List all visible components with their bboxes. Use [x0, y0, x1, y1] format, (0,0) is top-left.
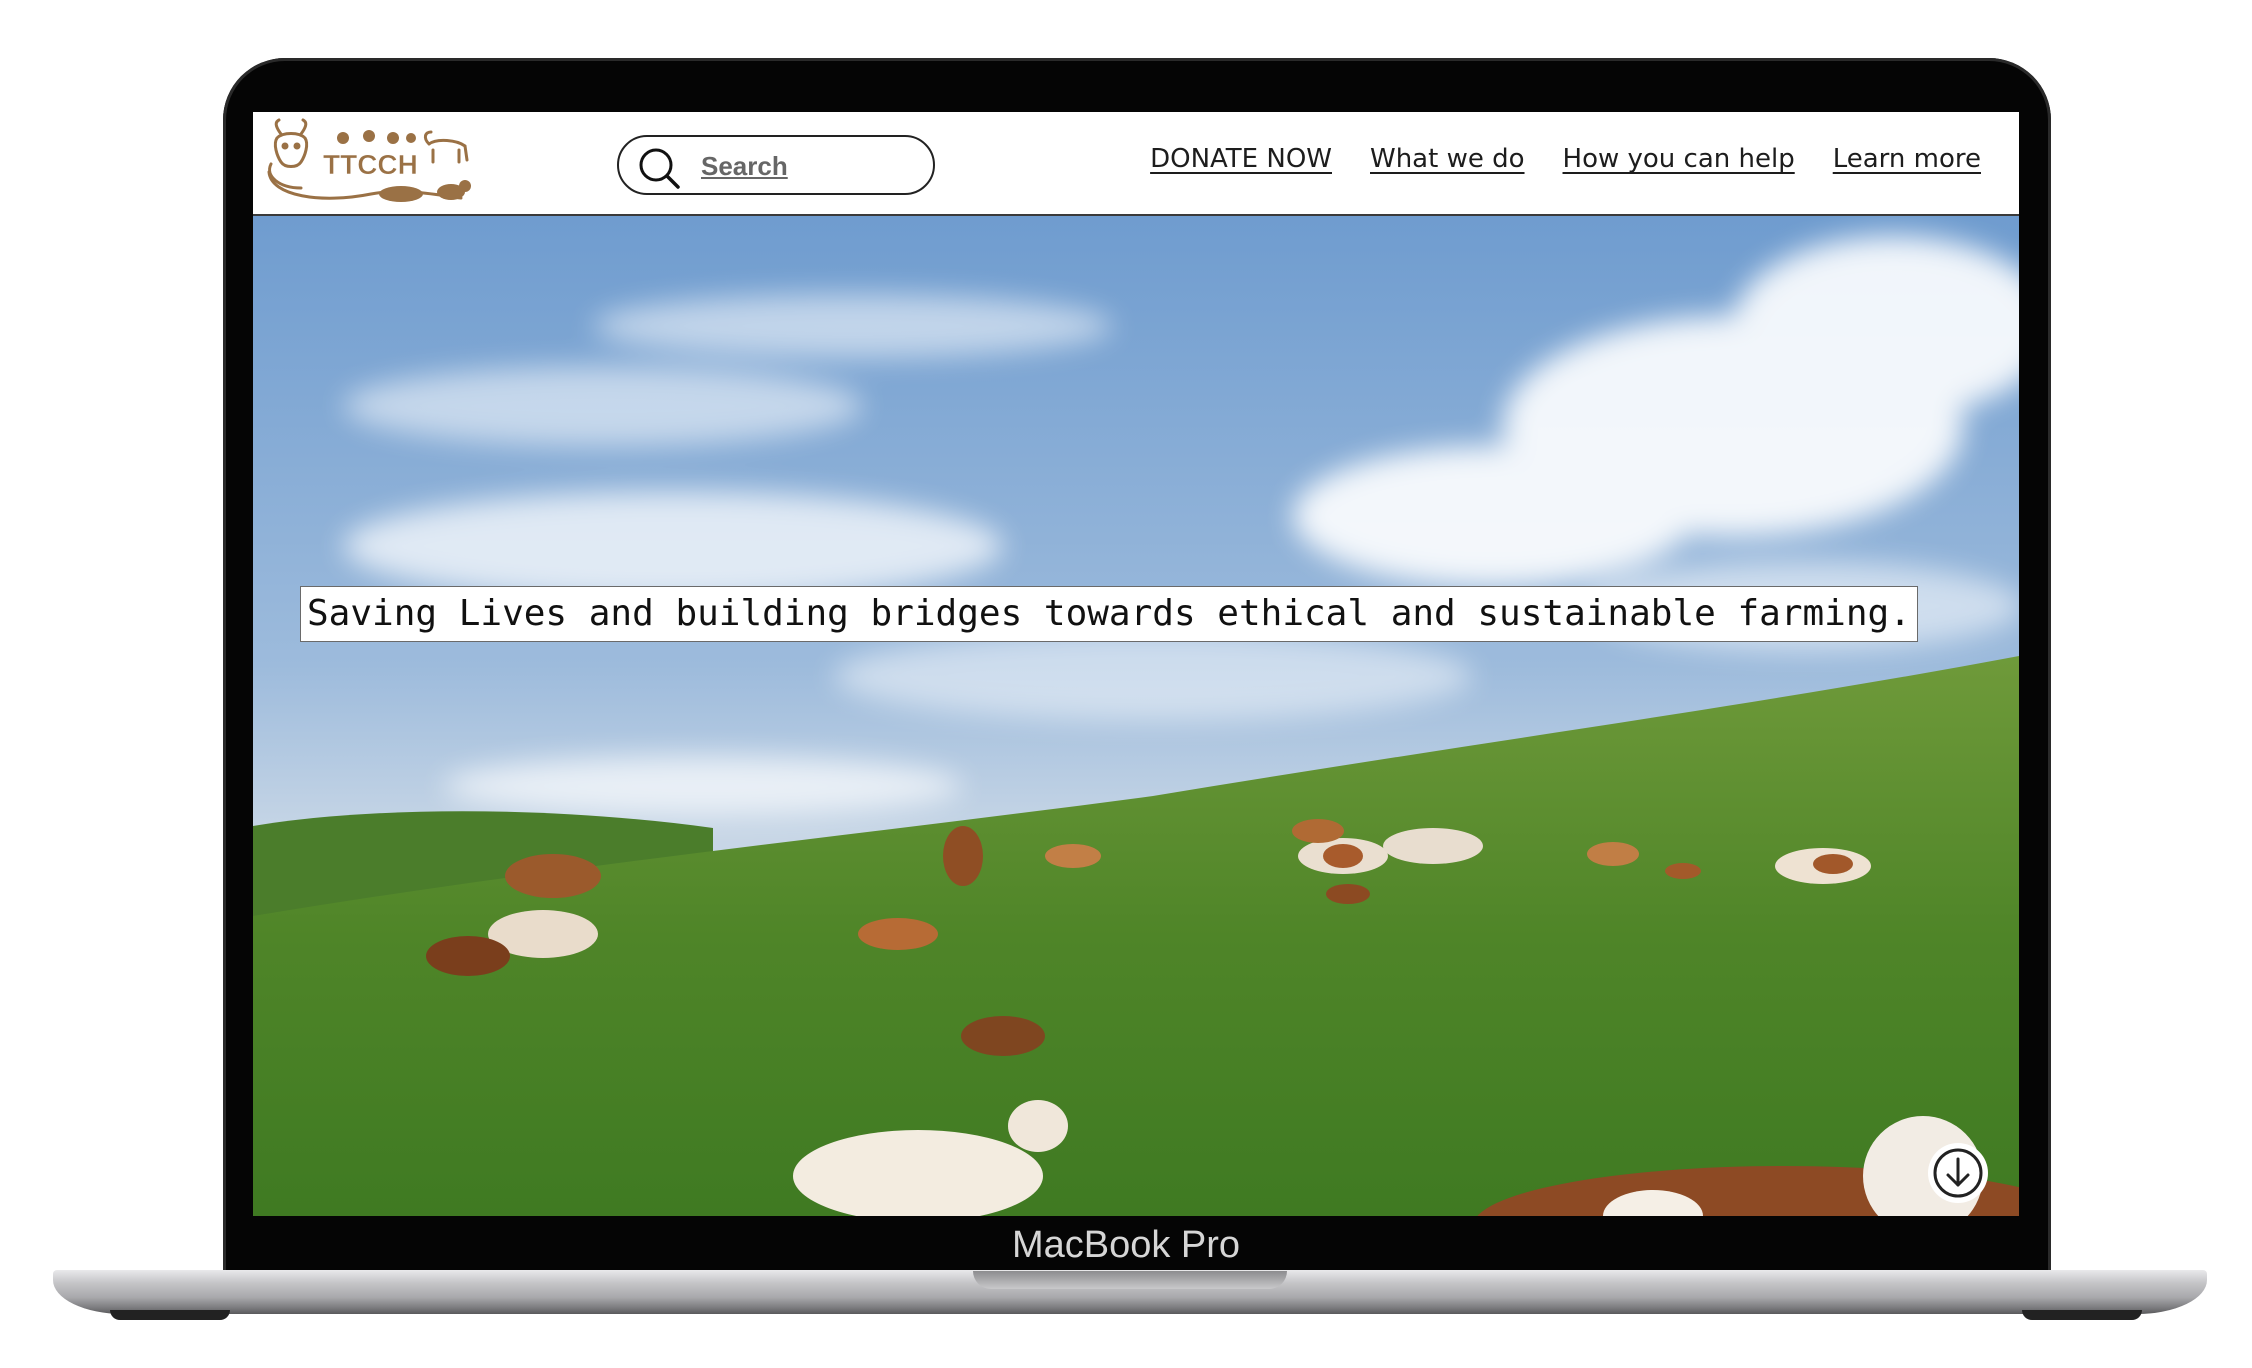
arrow-down-icon [1933, 1148, 1983, 1198]
device-model-label: MacBook Pro [1011, 1224, 1241, 1266]
hero-image [253, 216, 2019, 1216]
search-box[interactable] [617, 135, 935, 195]
hero-section: Saving Lives and building bridges toward… [253, 216, 2019, 1216]
search-input[interactable] [699, 149, 903, 183]
nav-what-we-do[interactable]: What we do [1370, 144, 1525, 174]
nav-donate-now[interactable]: DONATE NOW [1150, 144, 1332, 174]
scroll-down-button[interactable] [1928, 1143, 1988, 1203]
logo-animals-icon: TTCCH [267, 118, 471, 202]
nav-how-you-can-help[interactable]: How you can help [1563, 144, 1795, 174]
laptop-foot [110, 1310, 230, 1320]
hero-tagline: Saving Lives and building bridges toward… [300, 586, 1918, 642]
laptop-screen: TTCCH DONATE NOW What we do How you can … [253, 112, 2019, 1216]
nav-learn-more[interactable]: Learn more [1833, 144, 1981, 174]
laptop-foot [2022, 1310, 2142, 1320]
laptop-opening-notch [973, 1271, 1287, 1289]
main-nav: DONATE NOW What we do How you can help L… [1150, 144, 1981, 174]
logo-text: TTCCH [323, 149, 418, 180]
site-logo[interactable]: TTCCH [261, 116, 481, 210]
site-header: TTCCH DONATE NOW What we do How you can … [253, 112, 2019, 216]
search-icon[interactable] [637, 146, 681, 190]
